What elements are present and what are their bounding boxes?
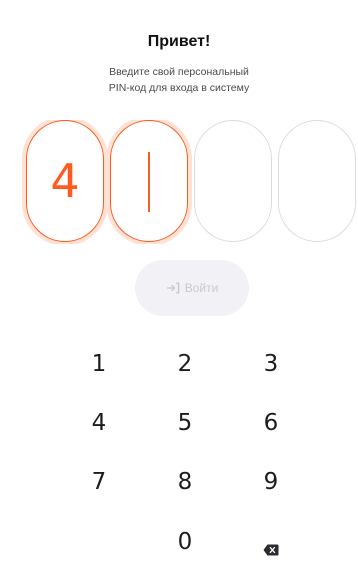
key-9[interactable]: 9	[236, 455, 306, 509]
key-3[interactable]: 3	[236, 337, 306, 391]
key-4[interactable]: 4	[64, 396, 134, 450]
pin-cell-2[interactable]	[110, 120, 188, 242]
login-button[interactable]: Войти	[135, 260, 249, 316]
backspace-icon	[263, 536, 279, 556]
greeting-title: Привет!	[147, 33, 211, 50]
login-arrow-icon	[166, 282, 180, 294]
key-1[interactable]: 1	[64, 337, 134, 391]
pin-input-row: 4	[0, 120, 358, 244]
key-6[interactable]: 6	[236, 396, 306, 450]
backspace-key[interactable]	[236, 515, 306, 569]
key-2[interactable]: 2	[150, 337, 220, 391]
key-0[interactable]: 0	[150, 515, 220, 569]
text-cursor	[148, 152, 150, 212]
pin-digit-1: 4	[50, 154, 80, 208]
key-7[interactable]: 7	[64, 455, 134, 509]
instruction-line-1: Введите свой персональный	[109, 66, 249, 78]
pin-cell-1[interactable]: 4	[26, 120, 104, 242]
key-5[interactable]: 5	[150, 396, 220, 450]
key-8[interactable]: 8	[150, 455, 220, 509]
pin-cell-3[interactable]	[194, 120, 272, 242]
instruction-line-2: PIN-код для входа в систему	[108, 82, 250, 94]
instruction-text: Введите свой персональный PIN-код для вх…	[0, 64, 358, 96]
login-button-label: Войти	[184, 281, 219, 295]
pin-cell-4[interactable]	[278, 120, 356, 242]
